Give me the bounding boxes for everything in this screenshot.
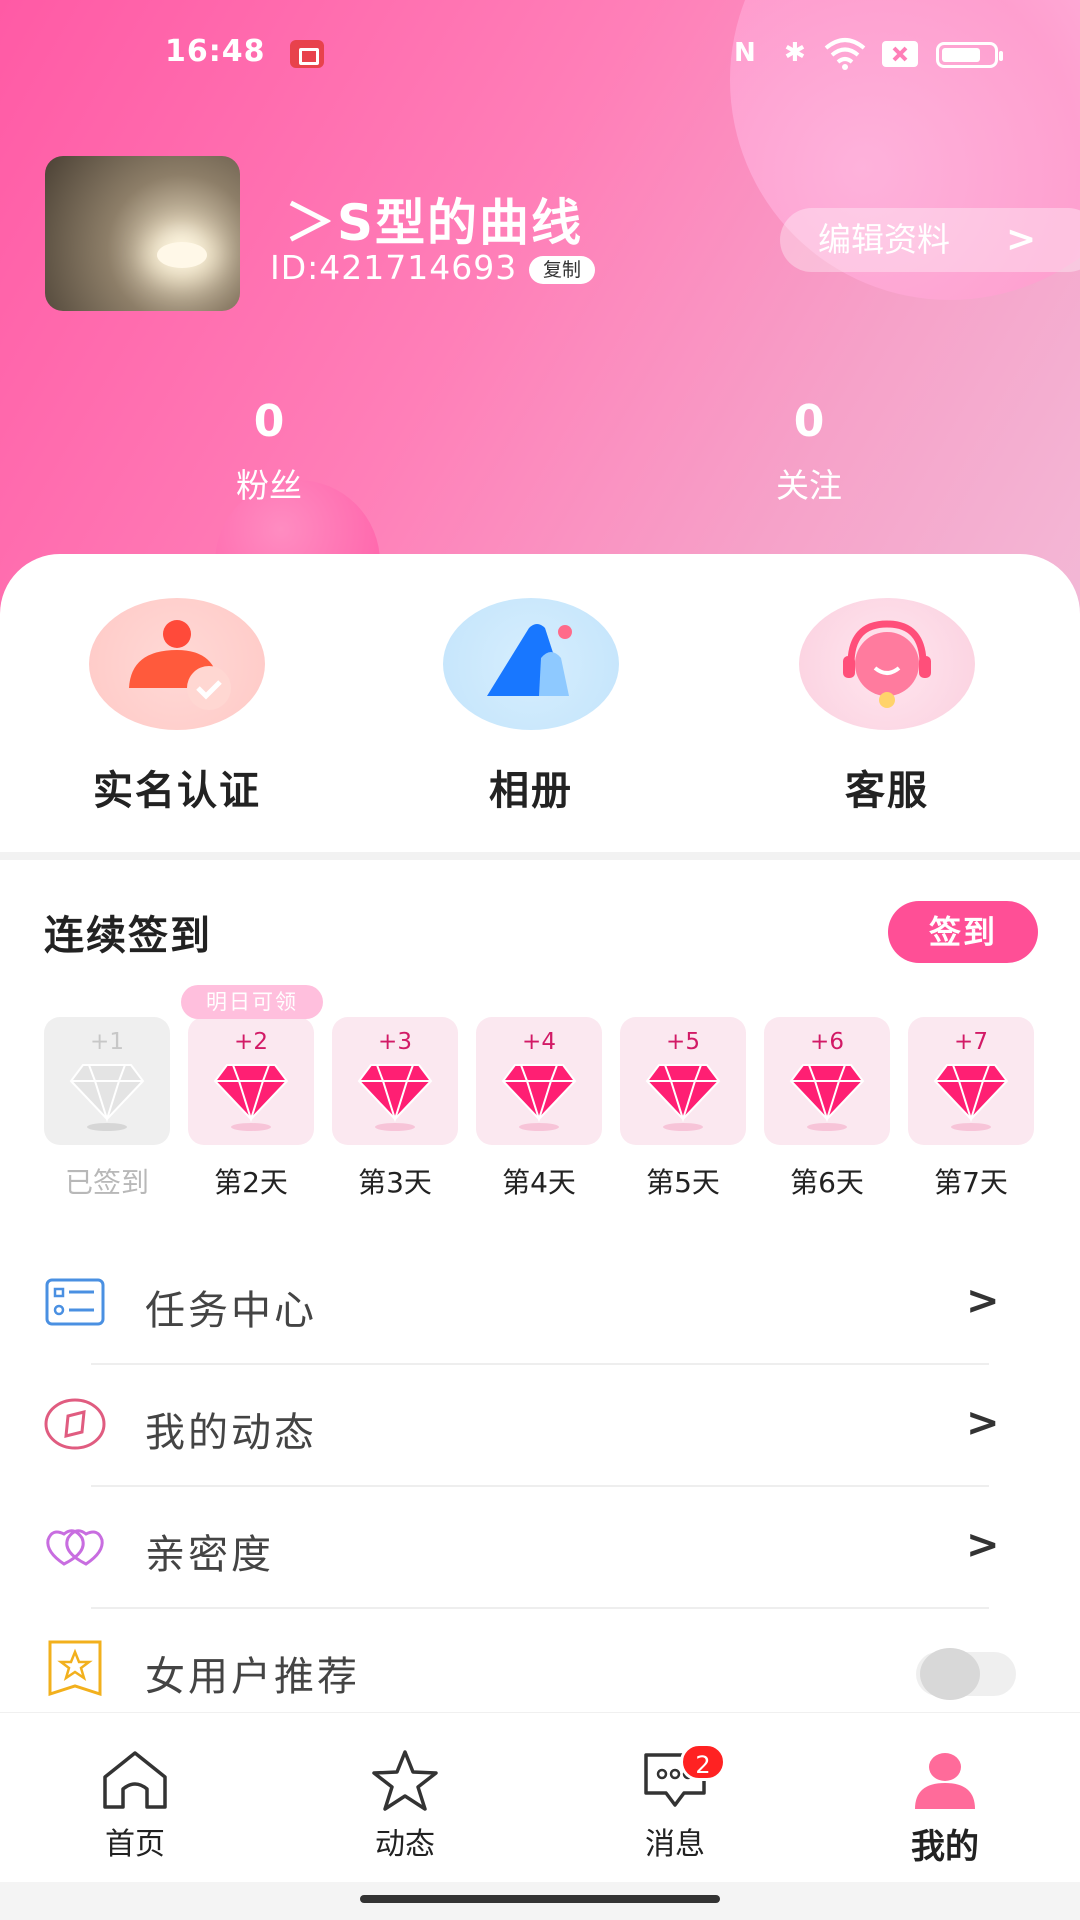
sim-card-icon: [882, 41, 918, 67]
avatar-photo-lamp: [157, 242, 207, 268]
quick-action-customer-service[interactable]: 客服: [787, 598, 987, 816]
checkin-title: 连续签到: [44, 913, 212, 959]
profile-header: 16:48 N ✱ ＞S型的曲线 ID:421714693 复制 编辑资料 > …: [0, 0, 1080, 620]
home-indicator[interactable]: [360, 1895, 720, 1903]
task-list-icon: [45, 1278, 105, 1326]
day-label: 第7天: [934, 1166, 1008, 1199]
album-icon: [443, 598, 619, 730]
quick-action-label: 客服: [845, 768, 929, 814]
nav-tab-home[interactable]: 首页: [55, 1749, 215, 1863]
nav-tab-moments[interactable]: 动态: [325, 1749, 485, 1863]
checkin-button[interactable]: 签到: [888, 901, 1038, 963]
diamond-icon: [69, 1064, 145, 1131]
checkin-day-4: +4 第4天: [476, 1017, 602, 1201]
menu-item-task-center[interactable]: 任务中心 >: [0, 1242, 1080, 1364]
day-label: 第2天: [214, 1166, 288, 1199]
chevron-right-icon: >: [966, 1278, 1000, 1324]
diamond-icon: [789, 1064, 865, 1131]
stat-fans[interactable]: 0 粉丝: [169, 396, 369, 507]
fans-count: 0: [253, 396, 285, 447]
checkin-day-1: +1 已签到: [44, 1017, 170, 1201]
avatar[interactable]: [45, 156, 240, 311]
wifi-icon: [824, 38, 866, 70]
diamond-icon: [645, 1064, 721, 1131]
day-points: +3: [378, 1029, 412, 1055]
checkin-day-7: +7 第7天: [908, 1017, 1034, 1201]
nickname: ＞S型的曲线: [285, 194, 584, 252]
fans-label: 粉丝: [236, 466, 302, 505]
nav-tab-me[interactable]: 我的: [865, 1749, 1025, 1868]
star-icon: [372, 1750, 438, 1811]
day-points: +2: [234, 1029, 268, 1055]
day-label: 第3天: [358, 1166, 432, 1199]
unread-message-badge: 2: [680, 1743, 726, 1781]
chevron-right-icon: >: [966, 1522, 1000, 1568]
stat-following[interactable]: 0 关注: [709, 396, 909, 507]
chevron-right-icon: >: [966, 1400, 1000, 1446]
menu-item-my-moments[interactable]: 我的动态 >: [0, 1364, 1080, 1486]
checkin-day-2: +2 第2天: [188, 1017, 314, 1201]
nav-label: 动态: [375, 1827, 435, 1862]
bottom-navigation: 首页 动态 消息 我的: [0, 1712, 1080, 1882]
menu-item-label: 任务中心: [145, 1288, 317, 1334]
nav-label: 首页: [105, 1827, 165, 1862]
diamond-icon: [933, 1064, 1009, 1131]
day-points: +5: [666, 1029, 700, 1055]
star-flag-icon: [48, 1640, 102, 1696]
edit-profile-button[interactable]: 编辑资料 >: [780, 208, 1080, 272]
menu-item-label: 女用户推荐: [145, 1654, 360, 1700]
copy-id-button[interactable]: 复制: [529, 256, 596, 284]
menu-item-label: 我的动态: [145, 1410, 317, 1456]
day-label: 第5天: [646, 1166, 720, 1199]
section-divider: [0, 852, 1080, 860]
bluetooth-icon: ✱: [784, 38, 806, 68]
toggle-knob: [920, 1648, 980, 1700]
quick-action-real-name[interactable]: 实名认证: [77, 598, 277, 816]
diamond-icon: [213, 1064, 289, 1131]
quick-actions-card: 实名认证 相册 客服: [0, 554, 1080, 854]
compass-icon: [44, 1398, 106, 1450]
screen-record-icon: [290, 40, 324, 68]
profile-icon: [915, 1753, 975, 1809]
day-label: 已签到: [64, 1166, 149, 1199]
nav-label: 我的: [911, 1827, 979, 1867]
status-time: 16:48: [165, 34, 266, 69]
intimacy-hearts-icon: [46, 1529, 104, 1566]
menu-item-intimacy[interactable]: 亲密度 >: [0, 1486, 1080, 1608]
nav-label: 消息: [645, 1827, 705, 1862]
chevron-right-icon: >: [1006, 219, 1037, 260]
diamond-icon: [501, 1064, 577, 1131]
female-recommend-toggle[interactable]: [916, 1648, 1016, 1700]
verified-user-icon: [89, 598, 265, 730]
checkin-day-3: +3 第3天: [332, 1017, 458, 1201]
edit-profile-label: 编辑资料: [818, 220, 950, 259]
menu-item-label: 亲密度: [145, 1532, 274, 1578]
day-points: +6: [810, 1029, 844, 1055]
quick-action-label: 实名认证: [93, 768, 261, 814]
day-label: 第6天: [790, 1166, 864, 1199]
status-bar: 16:48 N ✱: [0, 28, 1080, 80]
following-count: 0: [793, 396, 825, 447]
day-label: 第4天: [502, 1166, 576, 1199]
checkin-day-5: +5 第5天: [620, 1017, 746, 1201]
nav-tab-messages[interactable]: 消息: [595, 1749, 755, 1863]
day-points: +1: [90, 1029, 124, 1055]
quick-action-album[interactable]: 相册: [431, 598, 631, 816]
tomorrow-claim-badge: 明日可领: [181, 985, 323, 1019]
day-points: +4: [522, 1029, 556, 1055]
user-id: ID:421714693: [270, 248, 518, 287]
following-label: 关注: [776, 466, 842, 505]
diamond-icon: [357, 1064, 433, 1131]
checkin-day-6: +6 第6天: [764, 1017, 890, 1201]
day-points: +7: [954, 1029, 988, 1055]
home-icon: [103, 1751, 167, 1809]
nfc-icon: N: [734, 38, 756, 68]
quick-action-label: 相册: [489, 768, 573, 814]
battery-icon: [936, 42, 1003, 68]
customer-service-icon: [799, 598, 975, 730]
